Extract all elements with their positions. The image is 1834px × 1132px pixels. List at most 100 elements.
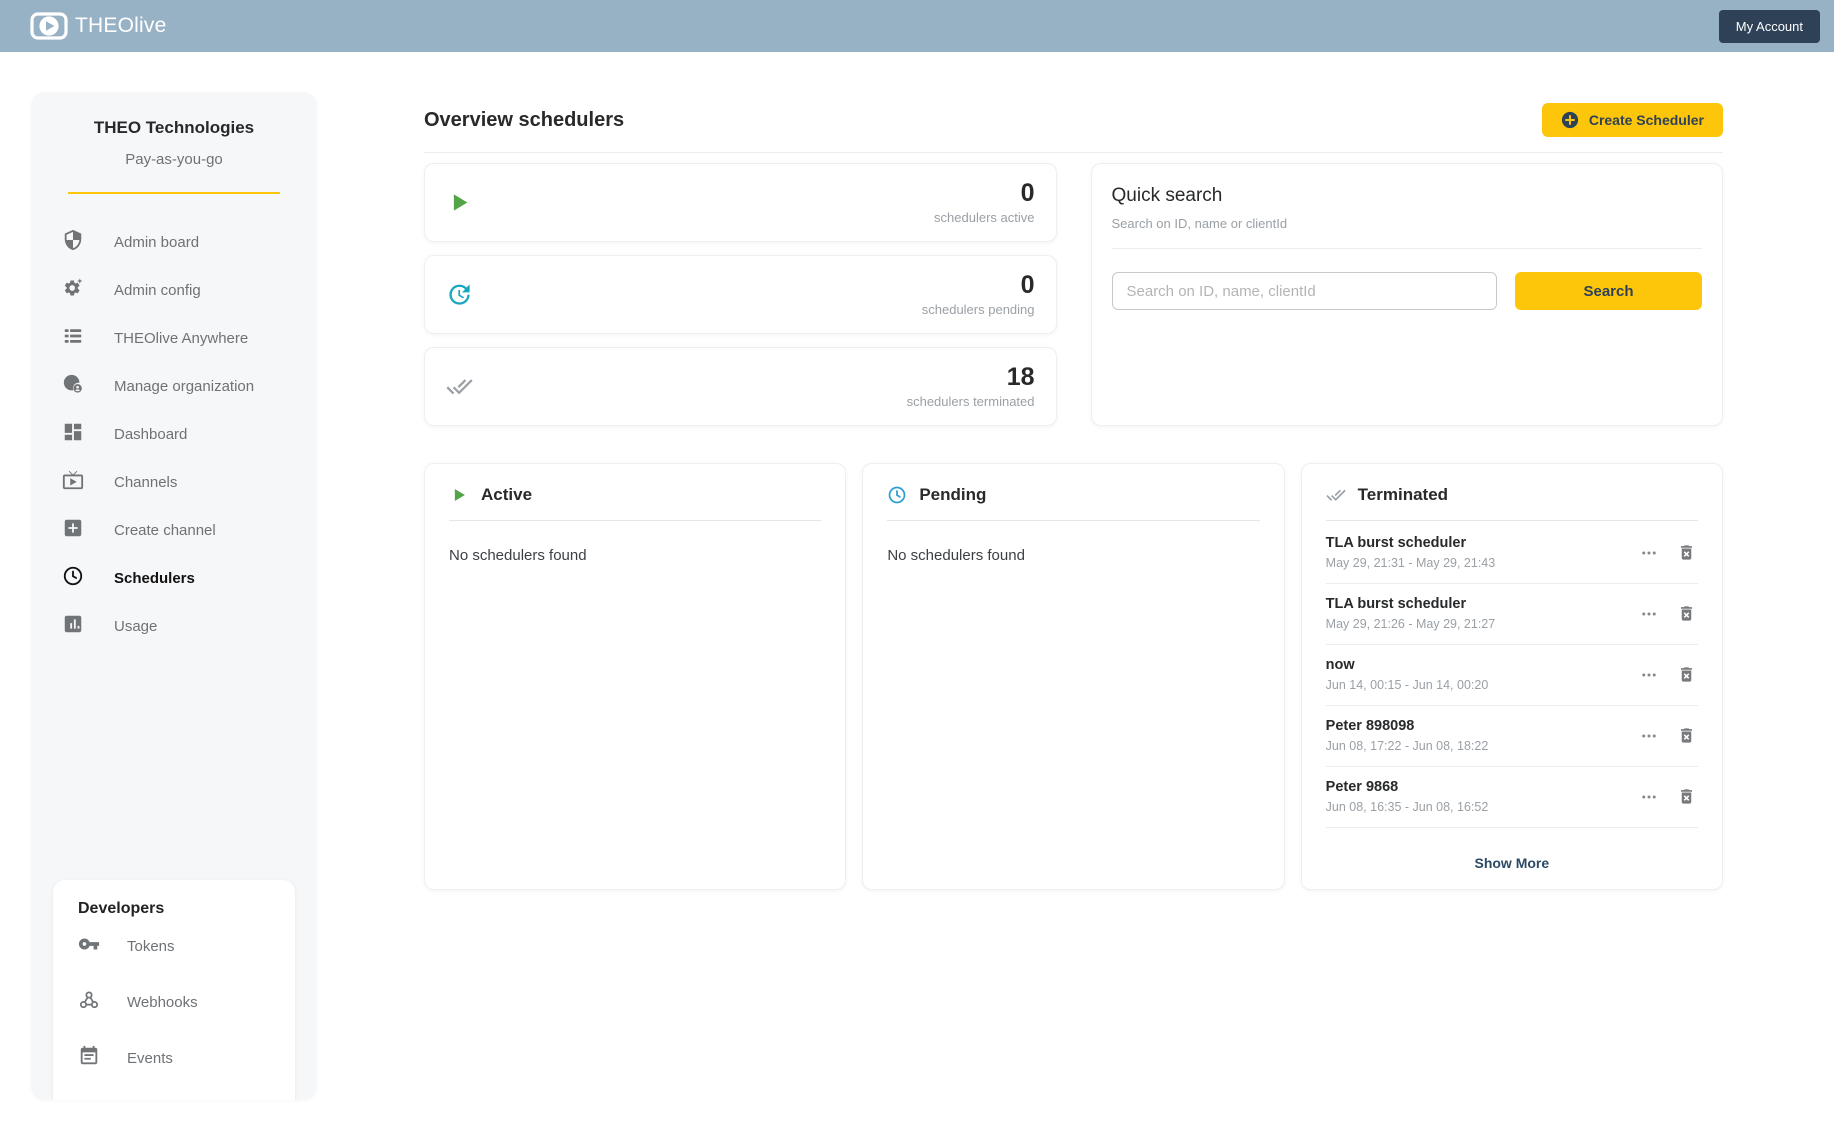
sidebar-item-theolive-anywhere[interactable]: THEOlive Anywhere [31, 314, 317, 362]
search-button[interactable]: Search [1515, 272, 1702, 310]
terminated-count-label: schedulers terminated [907, 394, 1035, 409]
scheduler-name: TLA burst scheduler [1326, 596, 1496, 612]
trash-icon [1677, 726, 1696, 745]
scheduler-row: Peter 898098 Jun 08, 17:22 - Jun 08, 18:… [1326, 706, 1698, 767]
developers-title: Developers [53, 900, 295, 918]
play-icon [446, 189, 473, 216]
quick-search-subtitle: Search on ID, name or clientId [1112, 216, 1703, 231]
search-input[interactable] [1112, 272, 1498, 310]
sidebar-item-label: Usage [114, 618, 157, 635]
row-delete-button[interactable] [1675, 724, 1698, 747]
sidebar-item-usage[interactable]: Usage [31, 602, 317, 650]
stat-card-active: 0 schedulers active [424, 163, 1057, 242]
sidebar-item-webhooks[interactable]: Webhooks [53, 974, 295, 1030]
scheduler-period: Jun 08, 16:35 - Jun 08, 16:52 [1326, 800, 1489, 814]
play-icon [449, 485, 469, 505]
shield-icon [62, 229, 84, 255]
ellipsis-icon [1640, 727, 1658, 745]
scheduler-name: TLA burst scheduler [1326, 535, 1496, 551]
sidebar-item-schedulers[interactable]: Schedulers [31, 554, 317, 602]
panel-divider [887, 520, 1259, 521]
create-scheduler-label: Create Scheduler [1589, 112, 1704, 128]
pending-count-label: schedulers pending [922, 302, 1035, 317]
scheduler-period: May 29, 21:26 - May 29, 21:27 [1326, 617, 1496, 631]
sidebar-item-label: Create channel [114, 522, 216, 539]
scheduler-period: Jun 14, 00:15 - Jun 14, 00:20 [1326, 678, 1489, 692]
organization-person-icon [62, 373, 84, 399]
header-divider [424, 152, 1723, 153]
row-delete-button[interactable] [1675, 602, 1698, 625]
scheduler-name: Peter 9868 [1326, 779, 1489, 795]
sidebar-item-label: Admin config [114, 282, 201, 299]
sidebar-item-label: Schedulers [114, 570, 195, 587]
sidebar-nav: Admin board Admin config THEOlive Anywhe… [31, 218, 317, 650]
webhook-icon [78, 989, 100, 1015]
main-content: Overview schedulers Create Scheduler 0 s… [424, 103, 1723, 890]
row-menu-button[interactable] [1638, 725, 1660, 747]
sidebar-item-admin-board[interactable]: Admin board [31, 218, 317, 266]
page-title: Overview schedulers [424, 109, 624, 132]
my-account-button[interactable]: My Account [1719, 10, 1820, 43]
done-all-icon [1326, 485, 1346, 505]
organization-plan: Pay-as-you-go [31, 151, 317, 168]
organization-name: THEO Technologies [31, 118, 317, 138]
row-menu-button[interactable] [1638, 786, 1660, 808]
trash-icon [1677, 787, 1696, 806]
stat-card-pending: 0 schedulers pending [424, 255, 1057, 334]
scheduler-row: now Jun 14, 00:15 - Jun 14, 00:20 [1326, 645, 1698, 706]
pending-update-icon [446, 281, 473, 308]
row-delete-button[interactable] [1675, 663, 1698, 686]
scheduler-row: Peter 9868 Jun 08, 16:35 - Jun 08, 16:52 [1326, 767, 1698, 828]
row-delete-button[interactable] [1675, 541, 1698, 564]
scheduler-row: TLA burst scheduler May 29, 21:31 - May … [1326, 523, 1698, 584]
pending-empty-text: No schedulers found [887, 547, 1259, 564]
plus-circle-icon [1561, 111, 1579, 129]
main-header: Overview schedulers Create Scheduler [424, 103, 1723, 137]
sidebar-item-dashboard[interactable]: Dashboard [31, 410, 317, 458]
sidebar-item-label: THEOlive Anywhere [114, 330, 248, 347]
row-menu-button[interactable] [1638, 542, 1660, 564]
sidebar-item-label: Admin board [114, 234, 199, 251]
sidebar-item-manage-organization[interactable]: Manage organization [31, 362, 317, 410]
ellipsis-icon [1640, 788, 1658, 806]
show-more-link[interactable]: Show More [1326, 855, 1698, 871]
brand-name: THEOlive [75, 14, 166, 38]
sidebar-item-channels[interactable]: Channels [31, 458, 317, 506]
trash-icon [1677, 604, 1696, 623]
add-box-icon [62, 517, 84, 543]
sidebar-item-events[interactable]: Events [53, 1030, 295, 1086]
sidebar-item-label: Dashboard [114, 426, 187, 443]
sidebar-item-label: Tokens [127, 938, 175, 955]
yellow-divider [68, 192, 280, 194]
active-count: 0 [934, 180, 1034, 206]
clock-icon [887, 485, 907, 505]
create-scheduler-button[interactable]: Create Scheduler [1542, 103, 1723, 137]
stats-column: 0 schedulers active 0 schedulers pending [424, 163, 1057, 426]
row-menu-button[interactable] [1638, 664, 1660, 686]
terminated-count: 18 [907, 364, 1035, 390]
calendar-icon [78, 1045, 100, 1071]
bar-chart-icon [62, 613, 84, 639]
active-empty-text: No schedulers found [449, 547, 821, 564]
pending-panel-title: Pending [919, 485, 986, 505]
terminated-panel: Terminated TLA burst scheduler May 29, 2… [1301, 463, 1723, 890]
developers-card: Developers Tokens Webhooks Events [53, 880, 295, 1100]
active-panel-header: Active [449, 485, 821, 505]
sidebar-item-admin-config[interactable]: Admin config [31, 266, 317, 314]
organization-block: THEO Technologies Pay-as-you-go [31, 92, 317, 194]
gear-sparkle-icon [62, 277, 84, 303]
scheduler-row: TLA burst scheduler May 29, 21:26 - May … [1326, 584, 1698, 645]
panel-divider [1326, 520, 1698, 521]
sidebar-item-label: Events [127, 1050, 173, 1067]
quick-search-card: Quick search Search on ID, name or clien… [1091, 163, 1724, 426]
sidebar: THEO Technologies Pay-as-you-go Admin bo… [31, 92, 317, 1100]
sidebar-item-tokens[interactable]: Tokens [53, 918, 295, 974]
sidebar-item-label: Channels [114, 474, 177, 491]
sidebar-item-label: Webhooks [127, 994, 198, 1011]
sidebar-item-create-channel[interactable]: Create channel [31, 506, 317, 554]
trash-icon [1677, 543, 1696, 562]
row-delete-button[interactable] [1675, 785, 1698, 808]
quick-search-title: Quick search [1112, 185, 1703, 207]
row-menu-button[interactable] [1638, 603, 1660, 625]
brand[interactable]: THEOlive [30, 11, 166, 41]
